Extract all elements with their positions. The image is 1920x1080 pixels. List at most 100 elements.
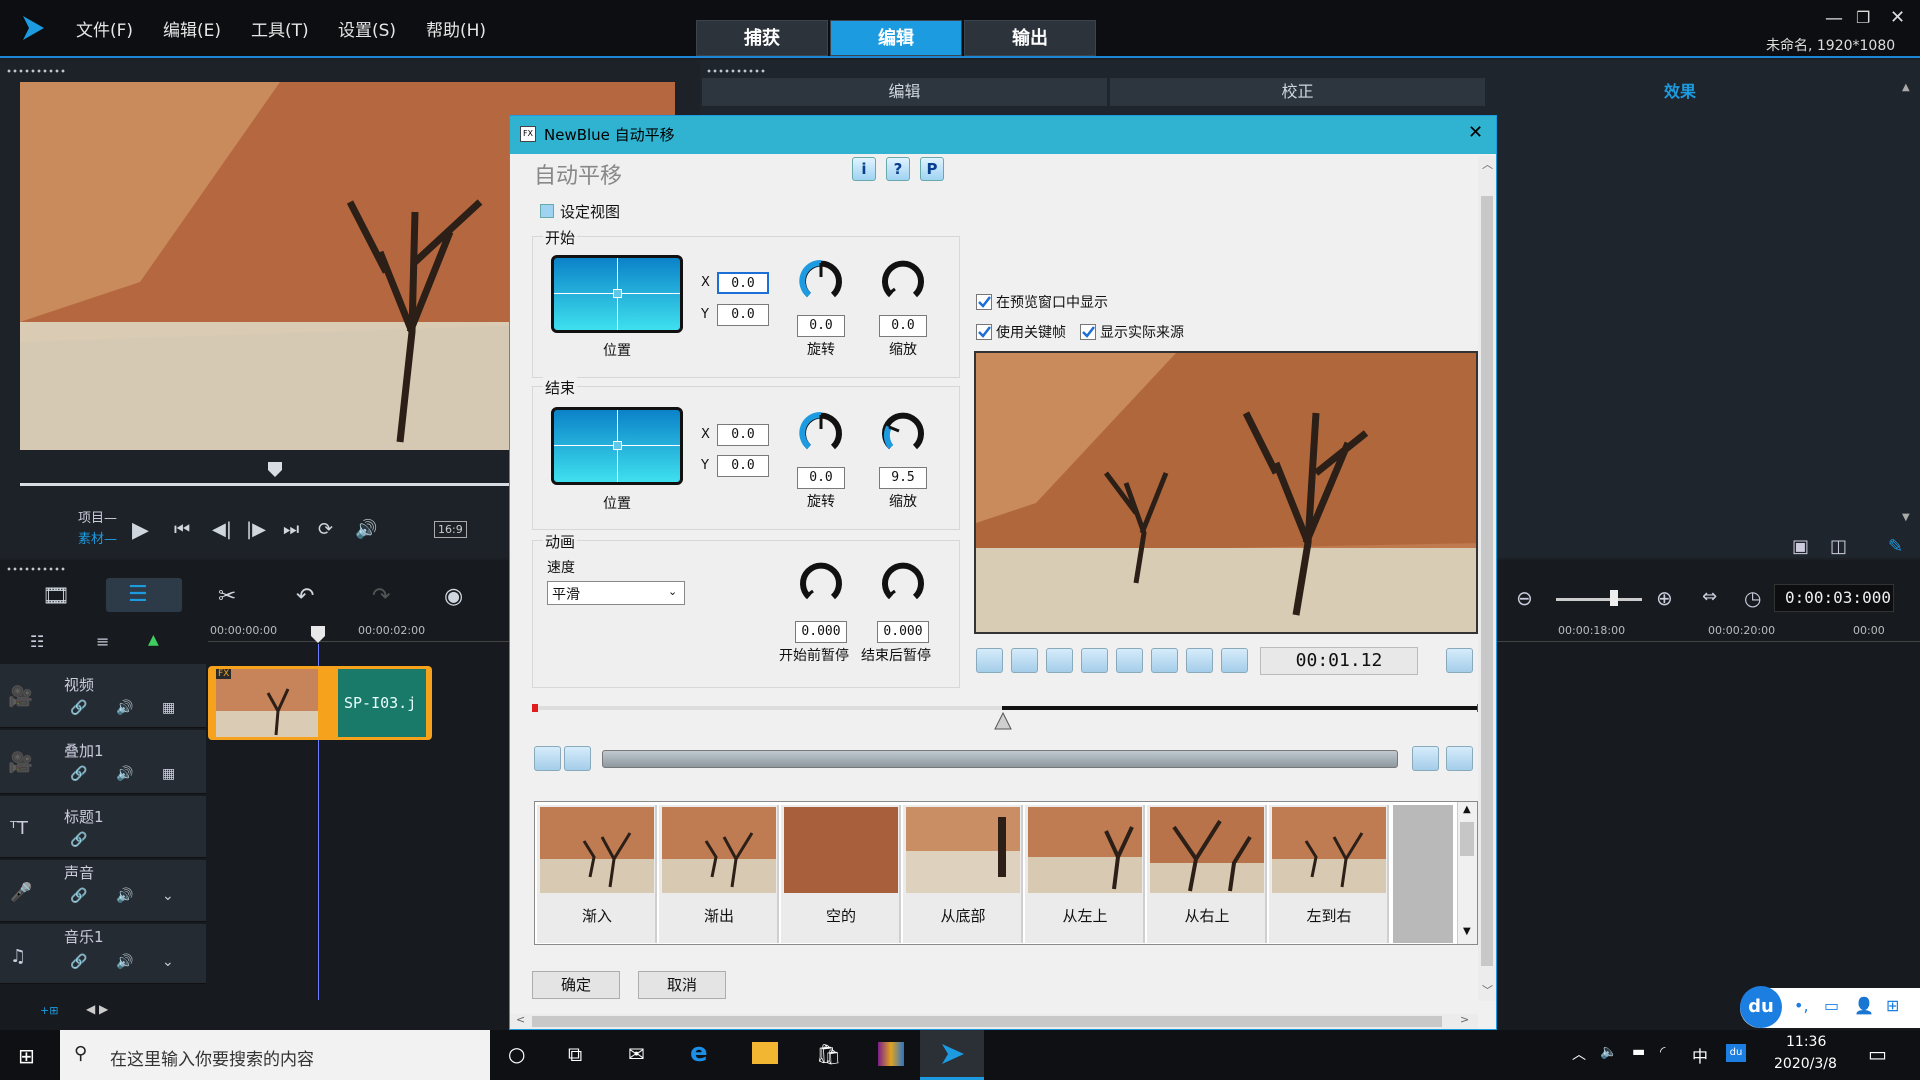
start-zoom-knob[interactable]: [877, 255, 929, 307]
clock-time[interactable]: 11:36: [1786, 1034, 1826, 1050]
scroll-thumb[interactable]: [1460, 822, 1474, 856]
preset-item[interactable]: 空的: [781, 805, 901, 943]
timeline-timecode[interactable]: 0:00:03:000: [1774, 584, 1894, 612]
winrar-icon[interactable]: [878, 1042, 904, 1066]
end-y-field[interactable]: 0.0: [717, 455, 769, 477]
preset-scrollbar[interactable]: ▲ ▼: [1457, 802, 1477, 944]
zoom-out-dialog-icon[interactable]: [1412, 746, 1439, 771]
clock-date[interactable]: 2020/3/8: [1774, 1056, 1837, 1072]
track-manager-icon[interactable]: ☷: [30, 632, 44, 651]
tools-icon[interactable]: ✂: [218, 584, 236, 609]
ime-language[interactable]: 中: [1692, 1043, 1708, 1067]
end-rotation-knob[interactable]: [795, 407, 847, 459]
redo-icon[interactable]: ↷: [372, 584, 390, 609]
aspect-ratio-button[interactable]: 16:9: [434, 521, 467, 538]
punctuation-icon[interactable]: •,: [1794, 996, 1809, 1015]
scroll-down-icon[interactable]: ▼: [1463, 926, 1471, 937]
start-rotation-knob[interactable]: [795, 255, 847, 307]
end-position-pad[interactable]: [551, 407, 683, 485]
timeline-view-button[interactable]: ☰: [106, 578, 182, 612]
scroll-left-icon[interactable]: ◀ ▶: [86, 1002, 108, 1016]
dialog-timecode[interactable]: 00:01.12: [1260, 647, 1418, 675]
menu-tools[interactable]: 工具(T): [251, 16, 309, 41]
tray-expand-icon[interactable]: ︿: [1572, 1044, 1586, 1064]
end-zoom-field[interactable]: 9.5: [879, 467, 927, 489]
preset-item[interactable]: 从左上: [1025, 805, 1145, 943]
fit-project-icon[interactable]: ⇔: [1702, 586, 1717, 607]
scroll-up-icon[interactable]: ▲: [1463, 804, 1471, 815]
preset-item[interactable]: 从底部: [903, 805, 1023, 943]
end-x-field[interactable]: 0.0: [717, 424, 769, 446]
storyboard-view-icon[interactable]: 🎞: [42, 584, 70, 609]
use-keyframes-checkbox[interactable]: [976, 324, 992, 340]
pad-handle[interactable]: [613, 289, 622, 298]
start-zoom-field[interactable]: 0.0: [879, 315, 927, 337]
edge-browser-icon[interactable]: e: [690, 1038, 708, 1068]
file-explorer-icon[interactable]: [752, 1042, 778, 1064]
link-icon[interactable]: 🔗: [70, 954, 87, 970]
preset-button[interactable]: P: [920, 157, 944, 181]
close-app-icon[interactable]: ✕: [1890, 7, 1905, 28]
grid-menu-icon[interactable]: ⊞: [1886, 996, 1899, 1015]
scroll-thumb[interactable]: [1481, 196, 1493, 966]
scroll-right-icon[interactable]: >: [1460, 1013, 1469, 1026]
volume-icon[interactable]: 🔊: [355, 519, 377, 540]
skip-start-icon[interactable]: ⏮: [174, 519, 190, 540]
scroll-left-icon[interactable]: [534, 746, 561, 771]
scroll-down-icon[interactable]: ▼: [1902, 512, 1910, 523]
windows-start-icon[interactable]: ⊞: [18, 1044, 35, 1068]
menu-file[interactable]: 文件(F): [76, 16, 133, 41]
mute-icon[interactable]: 🔊: [116, 888, 133, 904]
mute-icon[interactable]: 🔊: [116, 954, 133, 970]
user-icon[interactable]: 👤: [1854, 996, 1874, 1015]
scroll-up-icon[interactable]: ▲: [1902, 82, 1910, 93]
scroll-down-icon[interactable]: ﹀: [1482, 982, 1493, 998]
zoom-in-icon[interactable]: ⊕: [1656, 586, 1673, 610]
pre-pause-knob[interactable]: [795, 557, 847, 609]
restore-icon[interactable]: ❐: [1856, 8, 1870, 27]
step-back-icon[interactable]: ◀|: [212, 519, 232, 540]
track-voice[interactable]: 🎤 声音 🔗 🔊 ⌄: [0, 860, 206, 922]
current-position-marker[interactable]: [994, 712, 1012, 730]
go-end-icon[interactable]: [1221, 648, 1248, 673]
store-icon[interactable]: 🛍: [816, 1042, 841, 1066]
menu-edit[interactable]: 编辑(E): [163, 16, 221, 41]
link-icon[interactable]: 🔗: [70, 766, 87, 782]
preset-item[interactable]: 左到右: [1269, 805, 1389, 943]
play-dialog-icon[interactable]: [1116, 648, 1143, 673]
minimize-icon[interactable]: —: [1825, 8, 1843, 29]
tab-correct[interactable]: 校正: [1110, 78, 1485, 106]
play-icon[interactable]: ▶: [132, 518, 149, 543]
timeline-scroll-bar[interactable]: [602, 750, 1398, 768]
clip-mode-label[interactable]: 素材—: [78, 528, 117, 547]
post-pause-field[interactable]: 0.000: [877, 621, 929, 643]
preset-item[interactable]: 渐入: [537, 805, 657, 943]
pre-pause-field[interactable]: 0.000: [795, 621, 847, 643]
dialog-hscrollbar[interactable]: < >: [510, 1013, 1478, 1029]
videostudio-task[interactable]: [920, 1030, 984, 1080]
menu-settings[interactable]: 设置(S): [338, 16, 396, 41]
playhead-marker-icon[interactable]: [311, 626, 325, 644]
step-forward-icon[interactable]: [1151, 648, 1178, 673]
project-mode-label[interactable]: 项目—: [78, 507, 117, 526]
show-in-preview-checkbox[interactable]: [976, 294, 992, 310]
add-track-icon[interactable]: ≡: [96, 632, 109, 651]
speed-select[interactable]: 平滑 ⌄: [547, 581, 685, 605]
show-source-checkbox[interactable]: [1080, 324, 1096, 340]
tab-output[interactable]: 输出: [964, 20, 1096, 56]
repeat-icon[interactable]: ⟳: [318, 519, 333, 540]
start-keyframe-marker[interactable]: [532, 704, 538, 712]
link-icon[interactable]: 🔗: [70, 832, 87, 848]
zoom-slider[interactable]: [1556, 598, 1642, 601]
cortana-icon[interactable]: ○: [508, 1042, 525, 1066]
library-view-icon[interactable]: ▣: [1792, 536, 1809, 557]
record-icon[interactable]: ◉: [444, 584, 463, 609]
task-view-icon[interactable]: ⧉: [568, 1042, 582, 1066]
pad-handle[interactable]: [613, 441, 622, 450]
taskbar-search[interactable]: ⚲ 在这里输入你要搜索的内容: [60, 1030, 490, 1080]
scroll-left-icon[interactable]: <: [516, 1013, 525, 1026]
no-entry-icon[interactable]: [1446, 648, 1473, 673]
tab-capture[interactable]: 捕获: [696, 20, 828, 56]
mute-icon[interactable]: 🔊: [116, 700, 133, 716]
zoom-in-dialog-icon[interactable]: [1446, 746, 1473, 771]
